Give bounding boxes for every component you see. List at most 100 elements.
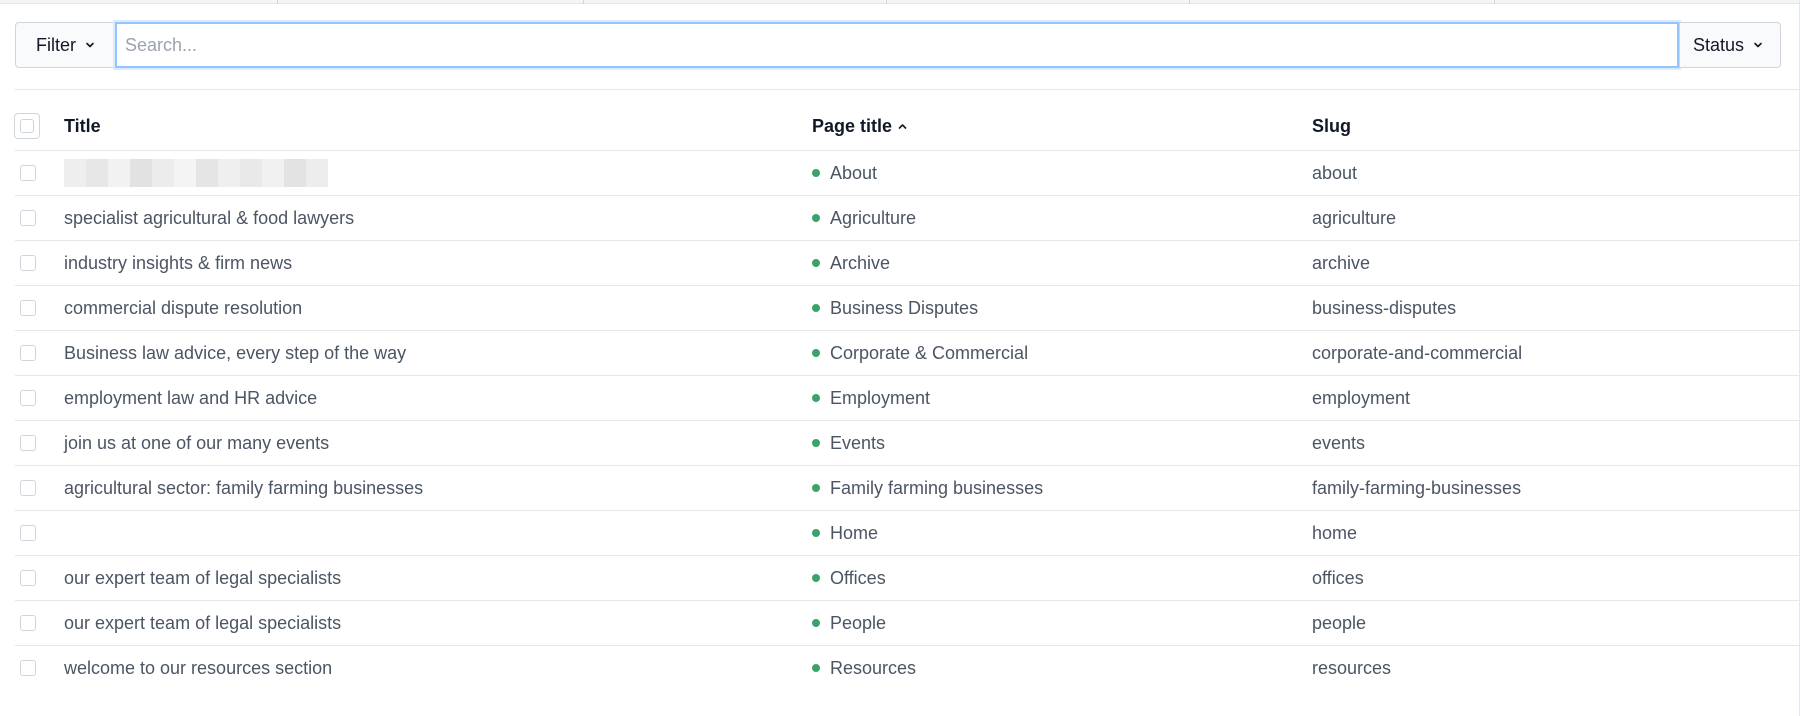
row-checkbox[interactable]: [20, 570, 36, 586]
row-slug: offices: [1312, 567, 1364, 588]
published-status-dot: [812, 529, 820, 537]
row-checkbox[interactable]: [20, 390, 36, 406]
table-row[interactable]: About about: [15, 151, 1800, 196]
row-page-title-label: Family farming businesses: [830, 477, 1044, 498]
status-button-label: Status: [1693, 34, 1745, 55]
row-page-title[interactable]: Events: [812, 433, 1312, 454]
row-title[interactable]: our expert team of legal specialists: [64, 568, 812, 589]
row-page-title-label: Agriculture: [830, 207, 917, 228]
row-title[interactable]: our expert team of legal specialists: [64, 613, 812, 634]
chevron-down-icon: [86, 42, 94, 48]
column-header-title[interactable]: Title: [64, 116, 812, 137]
row-checkbox[interactable]: [20, 210, 36, 226]
table-row[interactable]: commercial dispute resolution Business Di…: [15, 286, 1800, 331]
published-status-dot: [812, 349, 820, 357]
row-select-cell: [15, 525, 64, 541]
tab-separator: [583, 0, 584, 4]
row-title[interactable]: industry insights & firm news: [64, 253, 812, 274]
tab-separator: [277, 0, 278, 4]
row-select-cell: [15, 345, 64, 361]
row-checkbox[interactable]: [20, 300, 36, 316]
toolbar: Filter Status: [15, 22, 1781, 68]
row-title[interactable]: employment law and HR advice: [64, 388, 812, 409]
published-status-dot: [812, 394, 820, 402]
status-button[interactable]: Status: [1679, 22, 1781, 68]
row-title[interactable]: commercial dispute resolution: [64, 298, 812, 319]
checkbox-box: [20, 119, 34, 133]
table-row[interactable]: our expert team of legal specialists Peop…: [15, 601, 1800, 646]
row-checkbox[interactable]: [20, 660, 36, 676]
row-slug: home: [1312, 522, 1358, 543]
search-field: [115, 22, 1679, 68]
row-title[interactable]: Business law advice, every step of the w…: [64, 343, 812, 364]
row-page-title-label: Events: [830, 432, 886, 453]
row-slug: business-disputes: [1312, 297, 1457, 318]
table-row[interactable]: our expert team of legal specialists Offi…: [15, 556, 1800, 601]
row-title[interactable]: welcome to our resources section: [64, 658, 812, 679]
row-select-cell: [15, 390, 64, 406]
row-slug: corporate-and-commercial: [1312, 342, 1523, 363]
row-checkbox[interactable]: [20, 165, 36, 181]
tab-separator: [1494, 0, 1495, 4]
chevron-down-icon: [1754, 42, 1762, 48]
published-status-dot: [812, 484, 820, 492]
sort-ascending-icon: [898, 123, 907, 129]
row-select-cell: [15, 165, 64, 181]
row-page-title[interactable]: Agriculture: [812, 208, 1312, 229]
row-slug: employment: [1312, 387, 1411, 408]
row-page-title-label: Offices: [830, 567, 886, 588]
select-all-cell: [14, 113, 64, 139]
tab-strip: [0, 0, 1800, 4]
row-page-title[interactable]: Resources: [812, 658, 1312, 679]
row-select-cell: [15, 570, 64, 586]
column-header-slug[interactable]: Slug: [1312, 116, 1800, 137]
row-checkbox[interactable]: [20, 480, 36, 496]
row-title[interactable]: agricultural sector: family farming busi…: [64, 478, 812, 499]
row-title[interactable]: specialist agricultural & food lawyers: [64, 208, 812, 229]
row-title[interactable]: [64, 159, 812, 187]
table-row[interactable]: employment law and HR advice Employment em…: [15, 376, 1800, 421]
tab-separator: [1189, 0, 1190, 4]
published-status-dot: [812, 259, 820, 267]
row-page-title-label: People: [830, 612, 887, 633]
row-page-title[interactable]: Home: [812, 523, 1312, 544]
row-checkbox[interactable]: [20, 255, 36, 271]
row-select-cell: [15, 210, 64, 226]
table-row[interactable]: agricultural sector: family farming busi…: [15, 466, 1800, 511]
table-row[interactable]: Home home: [15, 511, 1800, 556]
published-status-dot: [812, 214, 820, 222]
row-title[interactable]: join us at one of our many events: [64, 433, 812, 454]
row-page-title[interactable]: Family farming businesses: [812, 478, 1312, 499]
row-page-title[interactable]: Corporate & Commercial: [812, 343, 1312, 364]
published-status-dot: [812, 574, 820, 582]
search-input[interactable]: [117, 24, 1677, 66]
select-all-checkbox[interactable]: [14, 113, 40, 139]
table-row[interactable]: specialist agricultural & food lawyers Ag…: [15, 196, 1800, 241]
filter-button[interactable]: Filter: [15, 22, 115, 68]
table-row[interactable]: industry insights & firm news Archive arch…: [15, 241, 1800, 286]
row-slug: people: [1312, 612, 1367, 633]
row-slug: agriculture: [1312, 207, 1397, 228]
row-checkbox[interactable]: [20, 525, 36, 541]
row-checkbox[interactable]: [20, 345, 36, 361]
published-status-dot: [812, 169, 820, 177]
row-slug: about: [1312, 162, 1358, 183]
row-select-cell: [15, 300, 64, 316]
row-checkbox[interactable]: [20, 435, 36, 451]
table-row[interactable]: Business law advice, every step of the w…: [15, 331, 1800, 376]
row-slug: events: [1312, 432, 1366, 453]
row-page-title[interactable]: Archive: [812, 253, 1312, 274]
table-row[interactable]: join us at one of our many events Events e…: [15, 421, 1800, 466]
table-body: About about specialist agricultural & food…: [15, 151, 1800, 690]
row-page-title-label: About: [830, 162, 878, 183]
row-page-title[interactable]: Offices: [812, 568, 1312, 589]
published-status-dot: [812, 439, 820, 447]
row-checkbox[interactable]: [20, 615, 36, 631]
row-page-title[interactable]: People: [812, 613, 1312, 634]
row-page-title[interactable]: Business Disputes: [812, 298, 1312, 319]
column-header-page-title[interactable]: Page title: [812, 116, 1312, 137]
row-page-title[interactable]: About: [812, 163, 1312, 184]
table-row[interactable]: welcome to our resources section Resource…: [15, 646, 1800, 690]
row-page-title[interactable]: Employment: [812, 388, 1312, 409]
column-header-page-title-label: Page title: [812, 115, 893, 136]
